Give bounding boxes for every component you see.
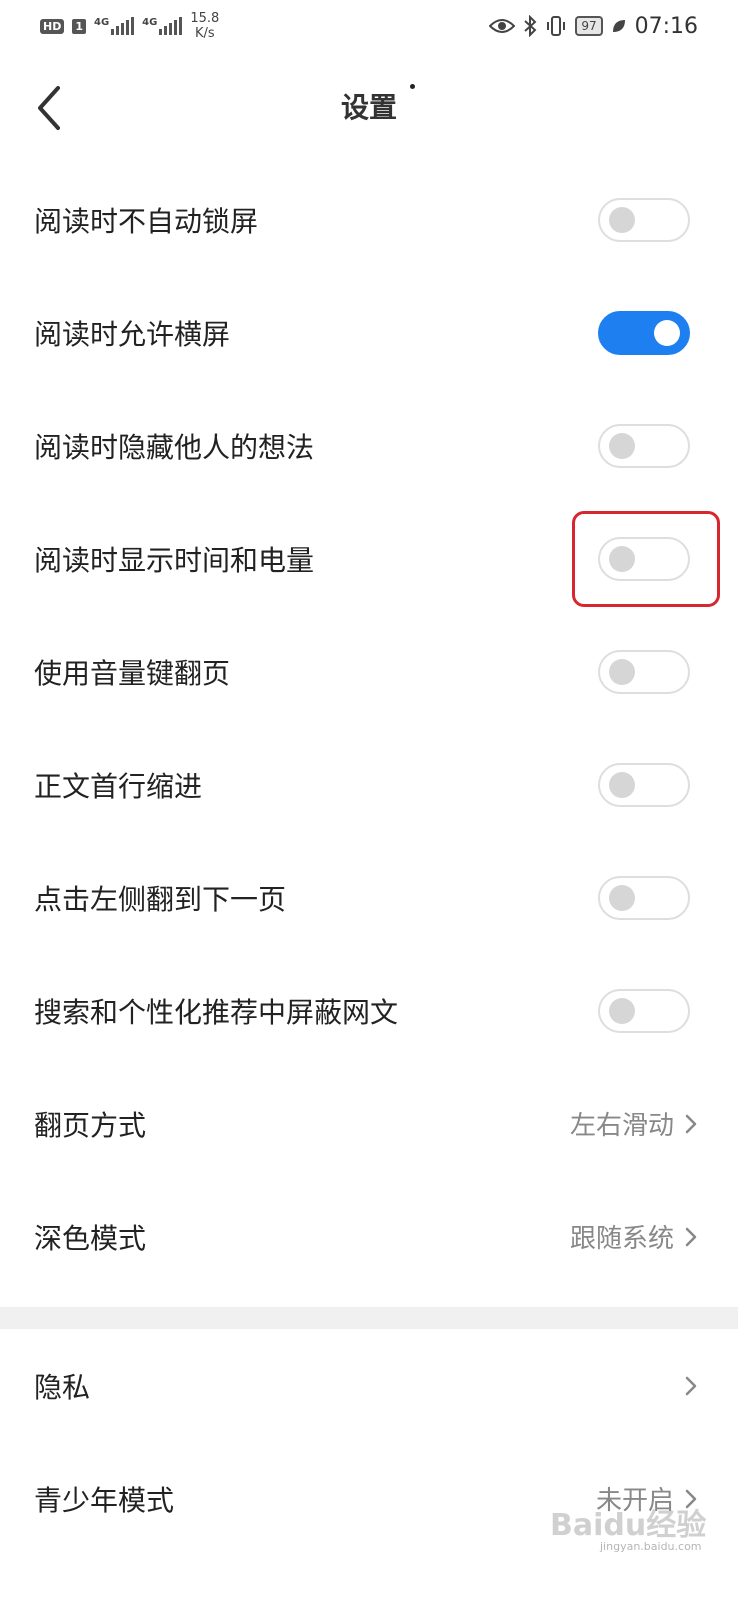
network-type-2: 4G xyxy=(142,17,158,28)
setting-value: 左右滑动 xyxy=(570,1105,698,1142)
hd-badge: HD xyxy=(40,18,65,34)
setting-value-text: 跟随系统 xyxy=(569,1224,674,1254)
setting-row-dark-mode[interactable]: 深色模式 跟随系统 xyxy=(0,1180,738,1293)
setting-row-hide-thoughts[interactable]: 阅读时隐藏他人的想法 xyxy=(0,389,738,502)
setting-label: 正文首行缩进 xyxy=(34,769,203,803)
toggle-knob xyxy=(609,206,635,233)
sim-badge: 1 xyxy=(72,18,86,34)
section-divider xyxy=(0,1307,738,1329)
signal-1: 4G xyxy=(94,17,135,35)
dot-indicator xyxy=(410,84,415,89)
toggle-knob xyxy=(609,771,635,798)
network-speed: 15.8 K/s xyxy=(190,11,219,41)
setting-row-no-auto-lock[interactable]: 阅读时不自动锁屏 xyxy=(0,163,738,276)
back-button[interactable] xyxy=(30,80,70,136)
status-bar: HD 1 4G 4G 15.8 K/s 97 07:16 xyxy=(0,0,738,52)
battery-icon: 97 xyxy=(575,16,603,36)
setting-label: 阅读时允许横屏 xyxy=(34,317,231,351)
setting-value: 跟随系统 xyxy=(570,1218,698,1255)
setting-label: 翻页方式 xyxy=(34,1108,147,1142)
setting-row-allow-landscape[interactable]: 阅读时允许横屏 xyxy=(0,276,738,389)
speed-value: 15.8 xyxy=(190,11,220,26)
chevron-right-icon xyxy=(685,1227,697,1246)
setting-value xyxy=(674,1375,698,1397)
setting-row-volume-key-page[interactable]: 使用音量键翻页 xyxy=(0,615,738,728)
setting-value-text: 左右滑动 xyxy=(569,1111,674,1141)
toggle-knob xyxy=(609,884,635,911)
toggle-knob xyxy=(654,319,680,346)
setting-label: 使用音量键翻页 xyxy=(34,656,231,690)
setting-label: 青少年模式 xyxy=(34,1483,175,1517)
setting-label: 点击左侧翻到下一页 xyxy=(34,882,287,916)
settings-list: 阅读时不自动锁屏 阅读时允许横屏 阅读时隐藏他人的想法 阅读时显示时间和电量 使… xyxy=(0,163,738,1555)
setting-row-block-web-novels[interactable]: 搜索和个性化推荐中屏蔽网文 xyxy=(0,954,738,1067)
signal-bars-icon xyxy=(159,17,183,35)
setting-label: 搜索和个性化推荐中屏蔽网文 xyxy=(34,995,399,1029)
signal-bars-icon xyxy=(111,17,135,35)
setting-label: 阅读时隐藏他人的想法 xyxy=(34,430,315,464)
nav-bar: 设置 xyxy=(0,60,738,156)
setting-label: 隐私 xyxy=(34,1370,91,1404)
status-right: 97 07:16 xyxy=(489,14,698,39)
toggle-switch[interactable] xyxy=(598,423,690,468)
setting-label: 阅读时不自动锁屏 xyxy=(34,204,259,238)
status-time: 07:16 xyxy=(634,13,698,39)
status-left: HD 1 4G 4G 15.8 K/s xyxy=(40,11,219,41)
toggle-knob xyxy=(609,997,635,1024)
toggle-switch[interactable] xyxy=(598,988,690,1033)
page-title: 设置 xyxy=(340,91,397,124)
chevron-right-icon xyxy=(685,1114,697,1133)
setting-label: 深色模式 xyxy=(34,1221,147,1255)
watermark-url: jingyan.baidu.com xyxy=(600,1540,702,1553)
toggle-switch[interactable] xyxy=(598,649,690,694)
toggle-switch[interactable] xyxy=(598,762,690,807)
toggle-switch[interactable] xyxy=(598,197,690,242)
network-type-1: 4G xyxy=(94,17,110,28)
toggle-switch[interactable] xyxy=(598,875,690,920)
chevron-right-icon xyxy=(685,1376,697,1395)
leaf-icon xyxy=(612,20,625,32)
setting-label: 阅读时显示时间和电量 xyxy=(34,543,315,577)
bluetooth-icon xyxy=(524,15,537,37)
toggle-knob xyxy=(609,432,635,459)
baidu-watermark: Baidu经验 xyxy=(550,1508,707,1543)
eye-icon xyxy=(489,19,516,33)
speed-unit: K/s xyxy=(194,26,215,41)
setting-row-first-line-indent[interactable]: 正文首行缩进 xyxy=(0,728,738,841)
setting-row-privacy[interactable]: 隐私 xyxy=(0,1329,738,1442)
setting-row-page-turn-mode[interactable]: 翻页方式 左右滑动 xyxy=(0,1067,738,1180)
signal-2: 4G xyxy=(142,17,183,35)
highlight-annotation xyxy=(572,511,720,607)
setting-row-left-tap-next[interactable]: 点击左侧翻到下一页 xyxy=(0,841,738,954)
vibrate-icon xyxy=(547,16,566,36)
toggle-switch[interactable] xyxy=(598,310,690,355)
toggle-knob xyxy=(609,658,635,685)
chevron-left-icon xyxy=(38,86,60,130)
